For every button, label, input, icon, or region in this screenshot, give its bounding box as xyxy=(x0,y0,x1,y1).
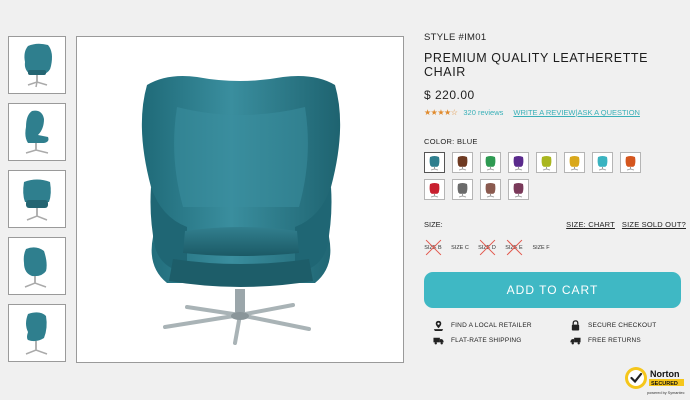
product-title: PREMIUM QUALITY LEATHERETTE CHAIR xyxy=(424,51,649,79)
color-swatch-teal[interactable] xyxy=(592,152,613,173)
color-label: COLOR: BLUE xyxy=(424,137,478,146)
chair-thumbnail-image xyxy=(23,179,51,221)
size-label: SIZE: xyxy=(424,220,443,229)
write-review-link[interactable]: WRITE A REVIEW xyxy=(513,108,575,117)
size-option-size-d: SIZE D xyxy=(478,239,496,257)
color-swatch-brown[interactable] xyxy=(452,152,473,173)
color-swatch-blue[interactable] xyxy=(424,152,445,173)
style-number: STYLE #IM01 xyxy=(424,32,487,43)
rating-stars-icon: ★★★★☆ xyxy=(424,108,458,117)
truck-icon xyxy=(433,337,444,345)
free-returns-info: FREE RETURNS xyxy=(570,335,641,346)
map-pin-icon xyxy=(433,320,444,331)
color-swatch-orange[interactable] xyxy=(620,152,641,173)
chair-swatch-icon xyxy=(485,182,496,197)
chair-thumbnail-image xyxy=(25,110,49,154)
product-info-panel: STYLE #IM01 PREMIUM QUALITY LEATHERETTE … xyxy=(424,32,686,345)
flat-rate-shipping-info: FLAT-RATE SHIPPING xyxy=(433,335,522,346)
svg-text:Norton: Norton xyxy=(650,369,680,379)
color-swatch-lime[interactable] xyxy=(536,152,557,173)
lock-icon xyxy=(571,320,580,331)
rating-row: ★★★★☆ 320 reviews WRITE A REVIEW | ASK A… xyxy=(424,108,686,117)
size-chart-link[interactable]: SIZE: CHART xyxy=(566,220,615,229)
chair-swatch-icon xyxy=(457,155,468,170)
color-swatch-grey[interactable] xyxy=(452,179,473,200)
size-option-size-f[interactable]: SIZE F xyxy=(532,239,550,257)
reviews-link[interactable]: 320 reviews xyxy=(463,108,503,117)
norton-secured-logo: Norton SECURED powered by Symantec xyxy=(625,367,685,395)
chair-swatch-icon xyxy=(429,155,440,170)
add-to-cart-button[interactable]: ADD TO CART xyxy=(424,272,681,308)
size-option-size-e: SIZE E xyxy=(505,239,523,257)
secure-checkout-info: SECURE CHECKOUT xyxy=(570,320,656,331)
color-swatch-plum[interactable] xyxy=(508,179,529,200)
thumbnail-front-angle[interactable] xyxy=(8,36,66,94)
find-retailer-link[interactable]: FIND A LOCAL RETAILER xyxy=(433,320,532,331)
svg-text:powered by Symantec: powered by Symantec xyxy=(647,391,685,395)
color-swatch-green[interactable] xyxy=(480,152,501,173)
chair-swatch-icon xyxy=(597,155,608,170)
chair-swatch-icon xyxy=(541,155,552,170)
norton-secured-badge[interactable]: Norton SECURED powered by Symantec xyxy=(624,366,686,398)
chair-swatch-icon xyxy=(429,182,440,197)
chair-swatch-icon xyxy=(513,155,524,170)
size-header: SIZE: SIZE: CHART SIZE SOLD OUT? xyxy=(424,220,686,229)
find-retailer-label: FIND A LOCAL RETAILER xyxy=(451,322,532,329)
chair-swatch-icon xyxy=(513,182,524,197)
main-product-image[interactable] xyxy=(76,36,404,363)
chair-thumbnail-image xyxy=(25,312,48,355)
thumbnail-gallery xyxy=(8,36,66,371)
secure-checkout-label: SECURE CHECKOUT xyxy=(588,322,657,329)
svg-text:SECURED: SECURED xyxy=(651,381,678,387)
color-swatches xyxy=(424,152,654,206)
color-swatch-purple[interactable] xyxy=(508,152,529,173)
chair-thumbnail-image xyxy=(23,247,47,288)
ask-question-link[interactable]: ASK A QUESTION xyxy=(577,108,640,117)
chair-swatch-icon xyxy=(625,155,636,170)
chair-swatch-icon xyxy=(485,155,496,170)
free-returns-label: FREE RETURNS xyxy=(588,337,641,344)
thumbnail-rear-angle[interactable] xyxy=(8,237,66,295)
product-price: $ 220.00 xyxy=(424,88,475,102)
thumbnail-back-view[interactable] xyxy=(8,304,66,362)
chair-swatch-icon xyxy=(569,155,580,170)
color-swatch-mauve[interactable] xyxy=(480,179,501,200)
return-truck-icon xyxy=(570,337,581,345)
chair-thumbnail-image xyxy=(24,43,52,88)
color-swatch-red[interactable] xyxy=(424,179,445,200)
chair-swatch-icon xyxy=(457,182,468,197)
flat-rate-shipping-label: FLAT-RATE SHIPPING xyxy=(451,337,522,344)
size-option-size-b: SIZE B xyxy=(424,239,442,257)
thumbnail-side-view[interactable] xyxy=(8,103,66,161)
color-swatch-yellow[interactable] xyxy=(564,152,585,173)
size-options: SIZE B SIZE C SIZE D SIZE E SIZE F xyxy=(424,239,686,257)
size-sold-out-link[interactable]: SIZE SOLD OUT? xyxy=(622,220,686,229)
thumbnail-front-view[interactable] xyxy=(8,170,66,228)
egg-chair-image xyxy=(141,76,341,345)
size-option-size-c[interactable]: SIZE C xyxy=(451,239,469,257)
